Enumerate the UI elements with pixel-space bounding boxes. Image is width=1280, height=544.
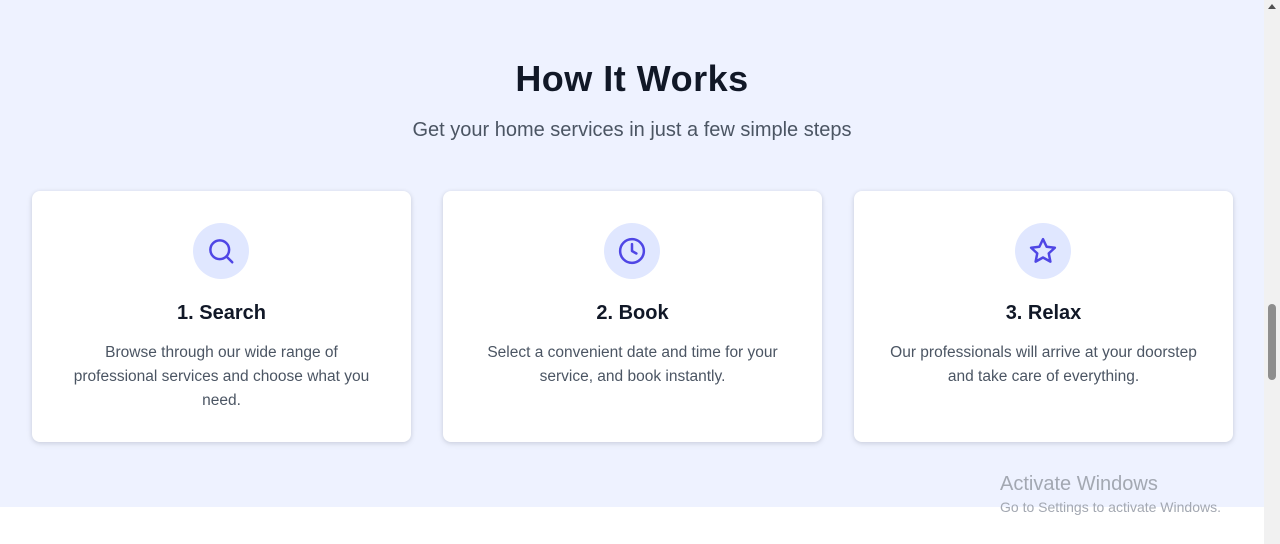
step-card-search: 1. Search Browse through our wide range … bbox=[32, 191, 411, 442]
section-title: How It Works bbox=[515, 58, 749, 99]
vertical-scrollbar[interactable] bbox=[1264, 0, 1280, 544]
step-description: Browse through our wide range of profess… bbox=[73, 344, 370, 409]
step-description: Our professionals will arrive at your do… bbox=[890, 344, 1197, 385]
step-icon-badge bbox=[604, 223, 660, 279]
scrollbar-thumb[interactable] bbox=[1268, 304, 1276, 380]
step-icon-badge bbox=[193, 223, 249, 279]
page-viewport: How It Works Get your home services in j… bbox=[0, 0, 1264, 544]
step-card-relax: 3. Relax Our professionals will arrive a… bbox=[854, 191, 1233, 442]
step-icon-badge bbox=[1015, 223, 1071, 279]
section-subtitle: Get your home services in just a few sim… bbox=[412, 119, 852, 141]
star-icon bbox=[1029, 237, 1057, 263]
how-it-works-section: How It Works Get your home services in j… bbox=[0, 0, 1264, 507]
step-card-book: 2. Book Select a convenient date and tim… bbox=[443, 191, 822, 442]
search-icon bbox=[209, 239, 234, 264]
activate-windows-subtitle: Go to Settings to activate Windows. bbox=[1000, 499, 1221, 515]
step-title: 2. Book bbox=[596, 302, 669, 324]
step-title: 3. Relax bbox=[1005, 302, 1082, 324]
scroll-up-arrow-icon[interactable] bbox=[1264, 0, 1280, 12]
step-title: 1. Search bbox=[177, 302, 266, 324]
step-description: Select a convenient date and time for yo… bbox=[487, 344, 778, 385]
clock-icon bbox=[618, 237, 646, 265]
activate-windows-title: Activate Windows bbox=[1000, 473, 1158, 495]
